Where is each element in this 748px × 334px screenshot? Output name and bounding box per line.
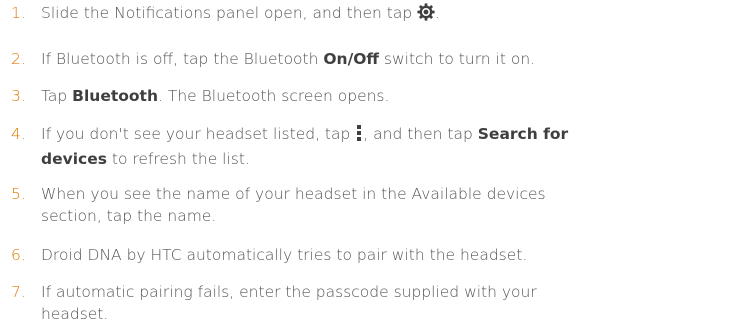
step-number: 2. xyxy=(11,50,26,68)
step-text-line: headset. xyxy=(41,305,109,323)
bluetooth-label: Bluetooth xyxy=(72,87,158,105)
step-text-part: If you don't see your headset listed, ta… xyxy=(41,125,356,143)
step-number: 4. xyxy=(11,125,26,143)
step-text: When you see the name of your headset in… xyxy=(41,183,741,227)
search-for-label: Search for xyxy=(477,125,569,143)
step-text-part: , and then tap xyxy=(363,125,478,143)
instruction-steps: 1. Slide the Notifications panel open, a… xyxy=(0,0,748,334)
step-text-line: If automatic pairing fails, enter the pa… xyxy=(41,283,537,301)
step-text-line: When you see the name of your headset in… xyxy=(41,185,546,203)
step-text-part: Slide the Notifications panel open, and … xyxy=(41,4,418,22)
step-text-part: If Bluetooth is off, tap the Bluetooth xyxy=(41,50,324,68)
step-number: 5. xyxy=(11,185,26,203)
step-text-part: to refresh the list. xyxy=(106,150,250,168)
step-text-line: section, tap the name. xyxy=(41,207,217,225)
step-number: 7. xyxy=(11,283,26,301)
step-text-part: . The Bluetooth screen opens. xyxy=(158,87,390,105)
step-number: 6. xyxy=(11,246,26,264)
step-text: Tap Bluetooth. The Bluetooth screen open… xyxy=(41,85,741,107)
step-text: If Bluetooth is off, tap the Bluetooth O… xyxy=(41,48,741,70)
step-text: Droid DNA by HTC automatically tries to … xyxy=(41,244,741,266)
step-text: Slide the Notifications panel open, and … xyxy=(41,2,741,27)
step-text: If automatic pairing fails, enter the pa… xyxy=(41,281,741,325)
step-text-part: Droid DNA by HTC automatically tries to … xyxy=(41,246,528,264)
step-text-part: . xyxy=(435,4,441,22)
step-number: 1. xyxy=(11,4,26,22)
devices-label: devices xyxy=(41,150,107,168)
step-number: 3. xyxy=(11,87,26,105)
step-text: If you don't see your headset listed, ta… xyxy=(41,123,741,170)
step-text-part: Tap xyxy=(41,87,73,105)
settings-gear-icon xyxy=(417,3,435,27)
on-off-label: On/Off xyxy=(323,50,379,68)
step-text-part: switch to turn it on. xyxy=(378,50,536,68)
